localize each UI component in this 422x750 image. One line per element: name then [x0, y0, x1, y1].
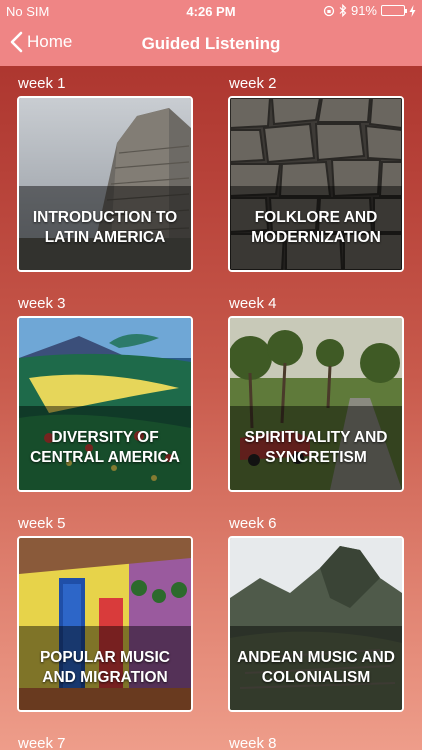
week-tile-5[interactable]: POPULAR MUSIC AND MIGRATION	[17, 536, 193, 712]
week-card-6: week 6 ANDEAN MUSIC AND COLONIALISM	[228, 512, 406, 712]
week-label: week 5	[18, 515, 66, 532]
week-title: SPIRITUALITY AND SYNCRETISM	[244, 429, 388, 466]
week-title: ANDEAN MUSIC AND COLONIALISM	[237, 649, 395, 686]
bluetooth-icon	[339, 4, 347, 17]
week-title: DIVERSITY OF CENTRAL AMERICA	[30, 429, 180, 466]
week-label: week 6	[229, 515, 277, 532]
week-label: week 8	[229, 735, 277, 750]
week-label: week 4	[229, 295, 277, 312]
week-tile-4[interactable]: SPIRITUALITY AND SYNCRETISM	[228, 316, 404, 492]
week-tile-1[interactable]: INTRODUCTION TO LATIN AMERICA	[17, 96, 193, 272]
week-card-3: week 3 DIVERSITY OF CENTRAL AMERICA	[17, 292, 195, 492]
week-title: POPULAR MUSIC AND MIGRATION	[39, 649, 171, 686]
navigation-bar: Home Guided Listening	[0, 22, 422, 66]
week-title: INTRODUCTION TO LATIN AMERICA	[32, 209, 178, 246]
week-card-2: week 2 FOLKLORE AND MODERNIZATION	[228, 72, 406, 272]
week-card-1: week 1 INTRODUCTION TO LATIN AMERICA	[17, 72, 195, 272]
status-bar: No SIM 4:26 PM 91%	[0, 0, 422, 22]
week-tile-6[interactable]: ANDEAN MUSIC AND COLONIALISM	[228, 536, 404, 712]
week-label: week 3	[18, 295, 66, 312]
lock-rotation-icon	[323, 5, 335, 16]
battery-icon	[381, 5, 407, 16]
week-tile-3[interactable]: DIVERSITY OF CENTRAL AMERICA	[17, 316, 193, 492]
status-right: 91%	[323, 3, 416, 18]
page-title: Guided Listening	[141, 34, 281, 53]
charging-icon	[409, 4, 416, 17]
week-card-5: week 5 POPULAR MUSIC AND MIGRATION	[17, 512, 195, 712]
weeks-grid: week 1 INTRODUCTION TO LATIN AMERICA wee…	[0, 66, 422, 750]
week-title: FOLKLORE AND MODERNIZATION	[251, 209, 381, 246]
week-label: week 7	[18, 735, 66, 750]
week-label: week 2	[229, 75, 277, 92]
week-card-8: week 8	[228, 732, 406, 750]
week-card-4: week 4 SPIRITUALITY AND SYNCRETISM	[228, 292, 406, 492]
battery-percent: 91%	[350, 3, 377, 18]
week-card-7: week 7	[17, 732, 195, 750]
week-tile-2[interactable]: FOLKLORE AND MODERNIZATION	[228, 96, 404, 272]
week-label: week 1	[18, 75, 66, 92]
